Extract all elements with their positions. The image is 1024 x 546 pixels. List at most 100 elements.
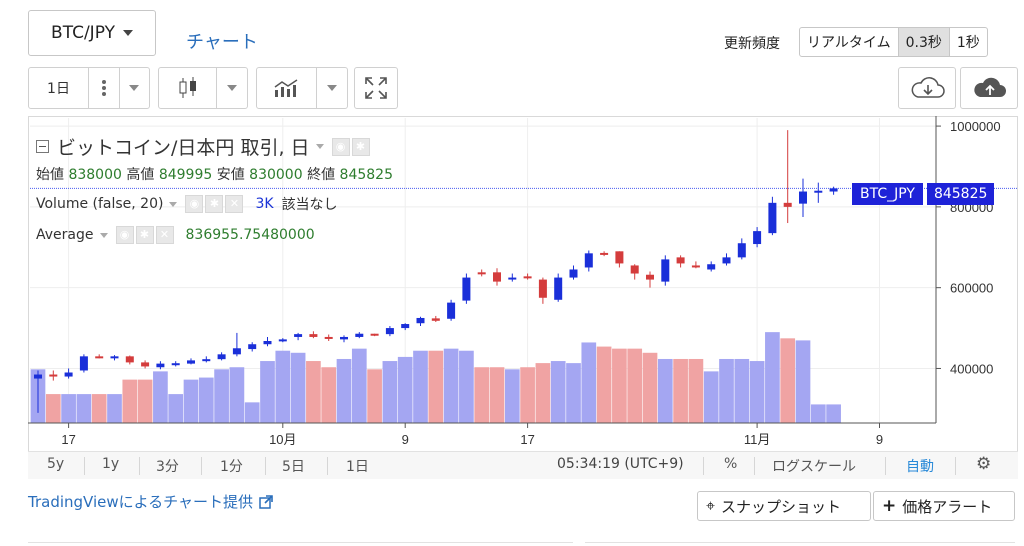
- candle-body: [799, 191, 807, 204]
- candle-body: [294, 334, 303, 337]
- fullscreen-icon[interactable]: [354, 67, 398, 109]
- y-tick-label: 400000: [950, 361, 993, 376]
- volume-bar: [61, 394, 76, 423]
- candle-body: [508, 277, 517, 280]
- volume-bar: [275, 350, 291, 423]
- candle-body: [615, 251, 624, 264]
- range-3min[interactable]: 3分: [156, 456, 179, 476]
- volume-bar: [382, 361, 398, 423]
- volume-bar: [765, 332, 780, 423]
- candle-body: [355, 333, 364, 337]
- chart-legend-title: ビットコイン/日本円 取引, 日 ◉ ✱: [36, 133, 372, 160]
- chevron-down-icon[interactable]: [315, 144, 324, 149]
- volume-bar: [596, 346, 612, 423]
- chevron-down-icon[interactable]: [99, 232, 108, 238]
- range-1d[interactable]: 1日: [346, 456, 369, 476]
- candle-body: [141, 362, 150, 367]
- volume-bar: [703, 371, 719, 423]
- candle-body: [309, 334, 318, 337]
- candle-body: [630, 265, 639, 274]
- candle-body: [676, 257, 685, 264]
- close-icon[interactable]: ✕: [225, 195, 244, 213]
- price-alert-label: 価格アラート: [902, 497, 993, 516]
- more-vert-icon[interactable]: [88, 68, 119, 108]
- eye-icon[interactable]: ◉: [115, 226, 134, 244]
- y-tick-label: 600000: [950, 281, 993, 296]
- snapshot-button[interactable]: ⌖ スナップショット: [697, 491, 871, 521]
- candle-body: [49, 374, 58, 377]
- range-5y[interactable]: 5y: [47, 456, 64, 472]
- candle-body: [34, 374, 42, 379]
- volume-bar: [459, 350, 474, 423]
- chevron-down-icon[interactable]: [169, 201, 178, 207]
- candle-body: [814, 190, 823, 193]
- interval-button[interactable]: 1日: [29, 68, 88, 108]
- close-icon[interactable]: ✕: [155, 226, 174, 244]
- divider: [585, 542, 1015, 543]
- volume-bar: [91, 394, 107, 423]
- tab-chart[interactable]: チャート: [186, 28, 258, 54]
- divider: [28, 542, 573, 543]
- clock-display: 05:34:19 (UTC+9): [557, 456, 684, 472]
- volume-bar: [520, 367, 535, 423]
- average-legend: Average ◉ ✱ ✕ 836955.75480000: [36, 226, 315, 244]
- candle-body: [661, 259, 670, 282]
- tradingview-credit-link[interactable]: TradingViewによるチャート提供: [28, 491, 273, 512]
- candle-body: [156, 363, 165, 368]
- candle-body: [187, 360, 195, 364]
- indicators-icon[interactable]: [257, 68, 316, 108]
- ohlc-values: 始値 838000 高値 849995 安値 830000 終値 845825: [36, 164, 393, 184]
- candle-body: [691, 265, 700, 268]
- candle-body: [783, 202, 792, 207]
- eye-icon[interactable]: ◉: [185, 195, 204, 213]
- x-tick-label: 17: [61, 432, 75, 447]
- candle-body: [584, 253, 593, 268]
- collapse-icon[interactable]: [36, 140, 49, 153]
- high-label: 高値: [126, 167, 155, 183]
- snapshot-label: スナップショット: [721, 497, 842, 516]
- gear-icon[interactable]: ✱: [351, 137, 370, 156]
- candle-body: [248, 344, 257, 350]
- last-price-tag: BTC_JPY 845825: [852, 183, 995, 205]
- open-label: 始値: [36, 167, 64, 183]
- range-1min[interactable]: 1分: [220, 456, 243, 476]
- interval-dropdown[interactable]: [118, 68, 150, 108]
- chart-type-dropdown[interactable]: [216, 68, 247, 108]
- cloud-download-icon[interactable]: [898, 67, 956, 109]
- auto-scale-toggle[interactable]: 自動: [906, 456, 934, 476]
- chevron-down-icon: [129, 85, 140, 91]
- pair-select[interactable]: BTC/JPY: [28, 10, 156, 56]
- range-1y[interactable]: 1y: [102, 456, 119, 472]
- percent-toggle[interactable]: %: [724, 456, 737, 472]
- freq-option-realtime[interactable]: リアルタイム: [800, 28, 898, 56]
- candle-body: [707, 264, 716, 270]
- indicators-dropdown[interactable]: [316, 68, 347, 108]
- candle-body: [202, 359, 211, 362]
- volume-bar: [612, 348, 627, 423]
- price-alert-button[interactable]: + 価格アラート: [873, 491, 1015, 521]
- legend-title-text: ビットコイン/日本円 取引, 日: [57, 137, 310, 159]
- freq-option-1s[interactable]: 1秒: [948, 28, 987, 56]
- cloud-upload-icon[interactable]: [960, 67, 1018, 109]
- candle-body: [477, 272, 486, 275]
- freq-option-0-3s[interactable]: 0.3秒: [897, 28, 949, 56]
- gear-icon[interactable]: ✱: [135, 226, 154, 244]
- gear-icon[interactable]: ⚙: [976, 454, 991, 474]
- interval-toolbar-group: 1日: [28, 67, 150, 109]
- gear-icon[interactable]: ✱: [205, 195, 224, 213]
- chevron-down-icon: [327, 85, 338, 91]
- eye-icon[interactable]: ◉: [331, 137, 350, 156]
- volume-bar: [795, 340, 811, 423]
- candle-body: [340, 336, 348, 340]
- credit-text: TradingViewによるチャート提供: [28, 493, 254, 511]
- volume-bar: [107, 394, 122, 423]
- volume-bar: [581, 342, 597, 423]
- price-tag-symbol: BTC_JPY: [852, 183, 923, 205]
- candle-body: [385, 328, 394, 335]
- log-scale-toggle[interactable]: ログスケール: [772, 456, 856, 476]
- update-frequency-label: 更新頻度: [724, 36, 780, 52]
- range-5d[interactable]: 5日: [282, 456, 305, 476]
- candle-body: [217, 354, 226, 360]
- candlestick-icon[interactable]: [159, 68, 216, 108]
- candle-body: [462, 277, 471, 301]
